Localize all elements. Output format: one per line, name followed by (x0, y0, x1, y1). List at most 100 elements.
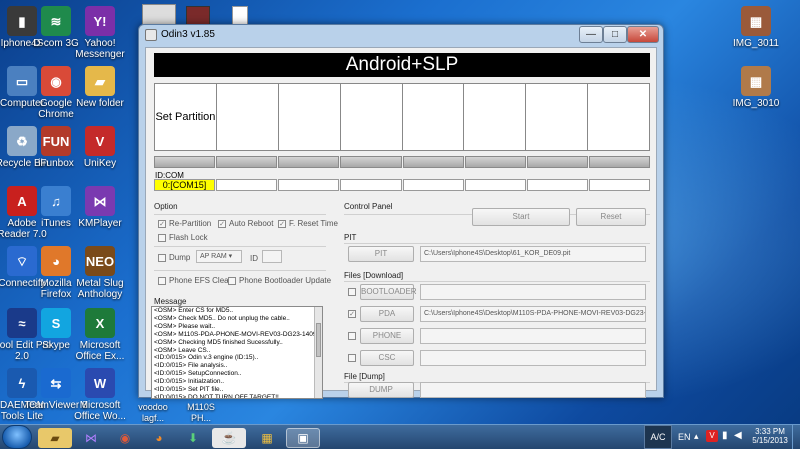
dump-path-field[interactable] (420, 382, 646, 398)
odin-client-area: Android+SLP Set Partition ID:COM 0:[COM1… (145, 47, 657, 399)
progress-bar (340, 156, 402, 168)
pda-path-field[interactable]: C:\Users\Iphone4S\Desktop\M110S-PDA-PHON… (420, 306, 646, 322)
progress-bar (278, 156, 340, 168)
flash-lock-label: Flash Lock (169, 233, 208, 242)
chrome-taskbar-icon[interactable]: ◉ (108, 428, 142, 448)
archive-taskbar-icon[interactable]: ▦ (250, 428, 284, 448)
csc-checkbox[interactable] (348, 354, 356, 362)
desktop-item-voodoo[interactable]: voodoo lagf... (128, 402, 178, 424)
desktop-item[interactable]: ▰ New folder (68, 66, 132, 109)
close-button[interactable]: ✕ (627, 26, 659, 43)
phone-bootloader-update-checkbox[interactable]: Phone Bootloader Update (228, 276, 331, 285)
csc-button[interactable]: CSC (360, 350, 414, 366)
kmplayer-taskbar-icon[interactable]: ⋈ (74, 428, 108, 448)
desktop-item-m110s[interactable]: M110S PH... (176, 402, 226, 424)
message-line: <ID:0/015> SetupConnection.. (154, 370, 242, 378)
desktop-item[interactable]: X Microsoft Office Ex... (68, 308, 132, 362)
clock[interactable]: 3:33 PM 5/15/2013 (752, 427, 788, 445)
csc-path-field[interactable] (420, 350, 646, 366)
re-partition-label: Re-Partition (169, 219, 212, 228)
com-port (278, 179, 340, 191)
progress-bar (402, 156, 464, 168)
teamviewer-icon: ⇆ (41, 368, 71, 398)
phone-efs-clear-checkbox[interactable]: Phone EFS Clear (158, 276, 231, 285)
auto-reboot-checkbox[interactable]: ✓ Auto Reboot (218, 219, 273, 228)
unikey-tray-icon[interactable]: V (706, 430, 718, 442)
f-reset-time-checkbox[interactable]: ✓ F. Reset Time (278, 219, 338, 228)
dump-checkbox[interactable]: Dump (158, 253, 190, 262)
message-line: <OSM> Check MD5.. Do not unplug the cabl… (154, 314, 290, 322)
phone-efs-clear-label: Phone EFS Clear (169, 276, 232, 285)
desktop-item[interactable]: ⋈ KMPlayer (68, 186, 132, 229)
desktop-item[interactable]: NEO Metal Slug Anthology (68, 246, 132, 300)
progress-bar (588, 156, 650, 168)
firefox-taskbar-icon[interactable]: ◕ (142, 428, 176, 448)
bootloader-checkbox[interactable] (348, 288, 356, 296)
dump-button[interactable]: DUMP (348, 382, 414, 398)
dump-id-input[interactable] (262, 250, 282, 263)
bootloader-path-field[interactable] (420, 284, 646, 300)
metal-slug-icon: NEO (85, 246, 115, 276)
com-port-active: 0:[COM15] (154, 179, 216, 191)
progress-bars (154, 156, 650, 168)
desktop-item[interactable]: ▦ IMG_3011 (724, 6, 788, 49)
download-taskbar-icon[interactable]: ⬇ (176, 428, 210, 448)
window-title: Odin3 v1.85 (161, 29, 215, 40)
volume-icon[interactable]: ◀ (734, 430, 742, 441)
scrollbar-thumb[interactable] (316, 323, 321, 357)
desktop-item[interactable]: ▦ IMG_3010 (724, 66, 788, 109)
java-taskbar-icon[interactable]: ☕ (212, 428, 246, 448)
com-port (402, 179, 464, 191)
reset-button[interactable]: Reset (576, 208, 646, 226)
desktop-item-label: KMPlayer (78, 218, 122, 229)
ifunbox-icon: FUN (41, 126, 71, 156)
start-orb-button[interactable] (2, 425, 32, 449)
word-icon: W (85, 368, 115, 398)
bootloader-button[interactable]: BOOTLOADER (360, 284, 417, 300)
pda-button[interactable]: PDA (360, 306, 414, 322)
desktop-item[interactable]: V UniKey (68, 126, 132, 169)
explorer-taskbar-icon[interactable]: ▰ (38, 428, 72, 448)
maximize-button[interactable]: □ (603, 26, 627, 43)
phone-path-field[interactable] (420, 328, 646, 344)
option-title: Option (154, 202, 178, 211)
file-dump-title: File [Dump] (344, 372, 385, 381)
message-line: <ID:0/015> Set PIT file.. (154, 386, 224, 394)
pit-title: PIT (344, 233, 357, 242)
window-titlebar[interactable]: Odin3 v1.85 — □ ✕ (139, 25, 663, 45)
message-line: <OSM> Please wait.. (154, 322, 216, 330)
document-icon[interactable] (232, 6, 248, 26)
message-scrollbar[interactable] (314, 307, 322, 398)
chevron-down-icon: ▾ (228, 253, 233, 260)
message-line: <OSM> M110S-PDA-PHONE-MOVI-REV03-DG23-14… (154, 330, 323, 338)
winrar-icon[interactable] (186, 6, 210, 26)
ac-button[interactable]: A/C (644, 425, 672, 449)
chrome-icon: ◉ (41, 66, 71, 96)
checkbox-box: ✓ (158, 219, 166, 228)
language-indicator[interactable]: EN (678, 432, 691, 442)
status-cell-4 (340, 84, 402, 150)
phone-button[interactable]: PHONE (360, 328, 414, 344)
show-desktop-button[interactable] (792, 425, 800, 449)
start-button[interactable]: Start (472, 208, 570, 226)
pit-button[interactable]: PIT (348, 246, 414, 262)
pda-checkbox[interactable]: ✓ (348, 310, 356, 318)
signal-icon[interactable]: ▮ (722, 430, 728, 441)
status-cell-6 (464, 84, 526, 150)
phone-checkbox[interactable] (348, 332, 356, 340)
message-title: Message (154, 297, 187, 306)
desktop-item[interactable]: W Microsoft Office Wo... (68, 368, 132, 422)
message-line: <OSM> Leave CS.. (154, 346, 211, 354)
flash-lock-checkbox[interactable]: Flash Lock (158, 233, 208, 242)
desktop-item[interactable]: Y! Yahoo! Messenger (68, 6, 132, 60)
re-partition-checkbox[interactable]: ✓ Re-Partition (158, 219, 211, 228)
desktop-item-label: UniKey (83, 158, 117, 169)
tray-arrow-icon[interactable]: ▴ (694, 431, 699, 442)
dump-type-select[interactable]: AP RAM ▾ (196, 250, 242, 263)
odin-taskbar-icon[interactable]: ▣ (286, 428, 320, 448)
pit-path-field[interactable]: C:\Users\Iphone4S\Desktop\61_KOR_DE09.pi… (420, 246, 646, 262)
status-cell-8 (588, 84, 649, 150)
message-log[interactable]: <OSM> Enter CS for MD5.. <OSM> Check MD5.… (151, 306, 323, 399)
pit-divider (344, 243, 650, 244)
minimize-button[interactable]: — (579, 26, 603, 43)
